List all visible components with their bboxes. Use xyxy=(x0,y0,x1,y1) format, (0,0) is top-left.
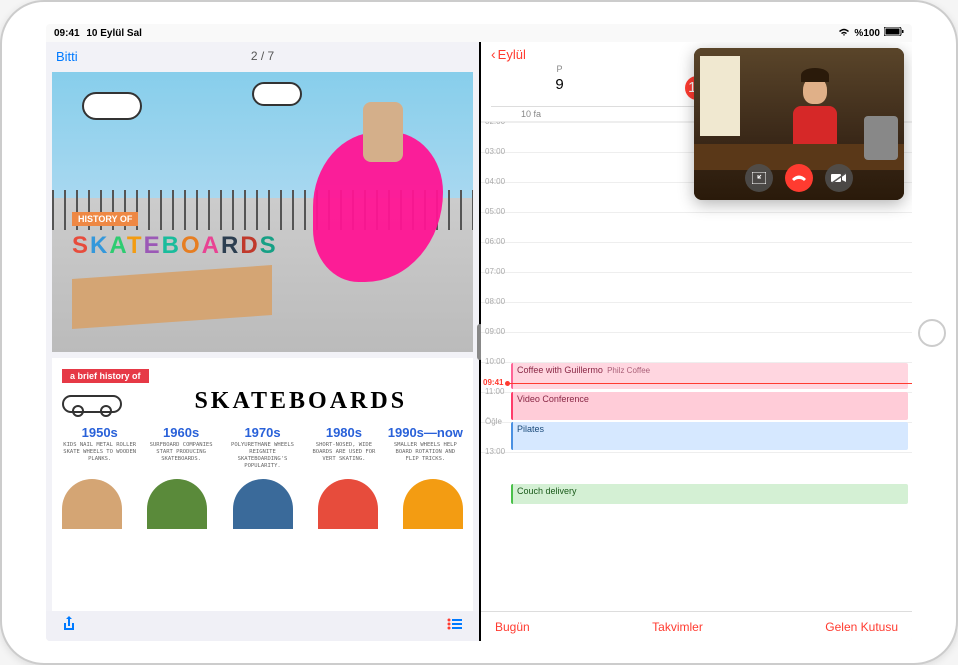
skateboards-title: SKATEBOARDS xyxy=(72,232,278,260)
status-right: %100 xyxy=(838,27,904,40)
hour-row: 07:00 xyxy=(481,272,912,302)
document-content[interactable]: HISTORY OF SKATEBOARDS a brief history o… xyxy=(46,70,479,611)
battery-icon xyxy=(884,27,904,39)
hour-label: 07:00 xyxy=(485,267,505,276)
hour-row: 05:00 xyxy=(481,212,912,242)
calendar-event[interactable]: Pilates xyxy=(511,422,908,450)
hour-row: 08:00 xyxy=(481,302,912,332)
hour-label: 11:00 xyxy=(485,387,504,396)
decade-col: 1970sPolyurethane wheels reignite skateb… xyxy=(225,425,300,471)
status-left: 09:41 10 Eylül Sal xyxy=(54,28,142,39)
decades-row: 1950sKids nail metal roller skate wheels… xyxy=(62,425,463,471)
screen: 09:41 10 Eylül Sal %100 Bitti 2 / 7 xyxy=(46,24,912,641)
decade-col: 1950sKids nail metal roller skate wheels… xyxy=(62,425,137,471)
skateboard-image xyxy=(318,479,378,529)
hour-label: 06:00 xyxy=(485,237,505,246)
facetime-controls xyxy=(694,164,904,192)
noon-label: Öğle xyxy=(485,417,502,426)
calendar-event[interactable]: Video Conference xyxy=(511,392,908,420)
status-bar: 09:41 10 Eylül Sal %100 xyxy=(46,24,912,42)
event-title: Coffee with Guillermo xyxy=(517,365,603,375)
decade-col: 1990s—nowSmaller wheels help board rotat… xyxy=(388,425,463,471)
day-col[interactable]: P9 xyxy=(491,64,628,100)
files-header: Bitti 2 / 7 xyxy=(46,42,479,70)
files-toolbar xyxy=(46,611,479,641)
calendars-button[interactable]: Takvimler xyxy=(652,620,703,634)
status-date: 10 Eylül Sal xyxy=(86,28,142,39)
home-button[interactable] xyxy=(918,319,946,347)
brief-history-section: a brief history of SKATEBOARDS 1950sKids… xyxy=(52,358,473,611)
event-title: Couch delivery xyxy=(517,486,577,496)
event-title: Video Conference xyxy=(517,394,589,404)
event-title: Pilates xyxy=(517,424,544,434)
calendar-app-pane: ‹ Eylül P9 S10 Ç11 10 fa 02:0003:0004:00… xyxy=(481,42,912,641)
hour-label: 08:00 xyxy=(485,297,505,306)
hour-label: 13:00 xyxy=(485,447,505,456)
brief-banner: a brief history of xyxy=(62,369,149,383)
remote-person xyxy=(788,68,842,148)
wifi-icon xyxy=(838,27,850,40)
calendar-footer: Bugün Takvimler Gelen Kutusu xyxy=(481,611,912,641)
done-button[interactable]: Bitti xyxy=(56,49,78,64)
skateboard-image xyxy=(403,479,463,529)
page-indicator: 2 / 7 xyxy=(251,49,274,63)
cloud-doodle xyxy=(252,82,302,106)
facetime-pip-window[interactable] xyxy=(694,48,904,200)
chevron-left-icon: ‹ xyxy=(491,46,496,62)
list-icon[interactable] xyxy=(447,617,463,635)
hour-label: 05:00 xyxy=(485,207,505,216)
hour-label: 10:00 xyxy=(485,357,505,366)
hour-label: 09:00 xyxy=(485,327,505,336)
pip-collapse-button[interactable] xyxy=(745,164,773,192)
facetime-self-view[interactable] xyxy=(864,116,898,160)
facetime-remote-video xyxy=(694,48,904,200)
current-time-label: 09:41 xyxy=(483,378,503,387)
files-app-pane: Bitti 2 / 7 HISTORY OF SKATEBOARDS a bri… xyxy=(46,42,479,641)
hour-label: 02:00 xyxy=(485,122,505,126)
calendar-event[interactable]: Couch delivery xyxy=(511,484,908,504)
camera-off-button[interactable] xyxy=(825,164,853,192)
calendar-event[interactable]: Coffee with Guillermo Philz Coffee xyxy=(511,363,908,389)
back-label: Eylül xyxy=(498,47,526,62)
ipad-frame: 09:41 10 Eylül Sal %100 Bitti 2 / 7 xyxy=(0,0,958,665)
skateboarder xyxy=(343,92,423,192)
hour-label: 03:00 xyxy=(485,147,505,156)
skate-ledge xyxy=(72,265,272,329)
share-icon[interactable] xyxy=(62,616,76,637)
skateboard-image xyxy=(62,479,122,529)
decade-col: 1980sShort-nosed, wide boards are used f… xyxy=(306,425,381,471)
inbox-button[interactable]: Gelen Kutusu xyxy=(825,620,898,634)
status-time: 09:41 xyxy=(54,28,80,39)
split-view: Bitti 2 / 7 HISTORY OF SKATEBOARDS a bri… xyxy=(46,42,912,641)
skateboard-image xyxy=(147,479,207,529)
current-time-line xyxy=(507,383,912,384)
event-location: Philz Coffee xyxy=(605,366,650,375)
skateboard-sketch-icon xyxy=(62,395,122,413)
decade-col: 1960sSurfboard companies start producing… xyxy=(143,425,218,471)
hero-image: HISTORY OF SKATEBOARDS xyxy=(52,72,473,352)
skateboard-image xyxy=(233,479,293,529)
history-of-banner: HISTORY OF xyxy=(72,212,138,226)
hour-row: 06:00 xyxy=(481,242,912,272)
battery-percent: %100 xyxy=(854,28,880,39)
hour-row: 13:00 xyxy=(481,452,912,482)
skateboard-images-row xyxy=(62,479,463,529)
hour-label: 04:00 xyxy=(485,177,505,186)
today-button[interactable]: Bugün xyxy=(495,620,530,634)
background-window xyxy=(700,56,740,136)
end-call-button[interactable] xyxy=(785,164,813,192)
skateboards-heading: SKATEBOARDS xyxy=(194,388,407,414)
cloud-doodle xyxy=(82,92,142,120)
hour-row: 09:00 xyxy=(481,332,912,362)
